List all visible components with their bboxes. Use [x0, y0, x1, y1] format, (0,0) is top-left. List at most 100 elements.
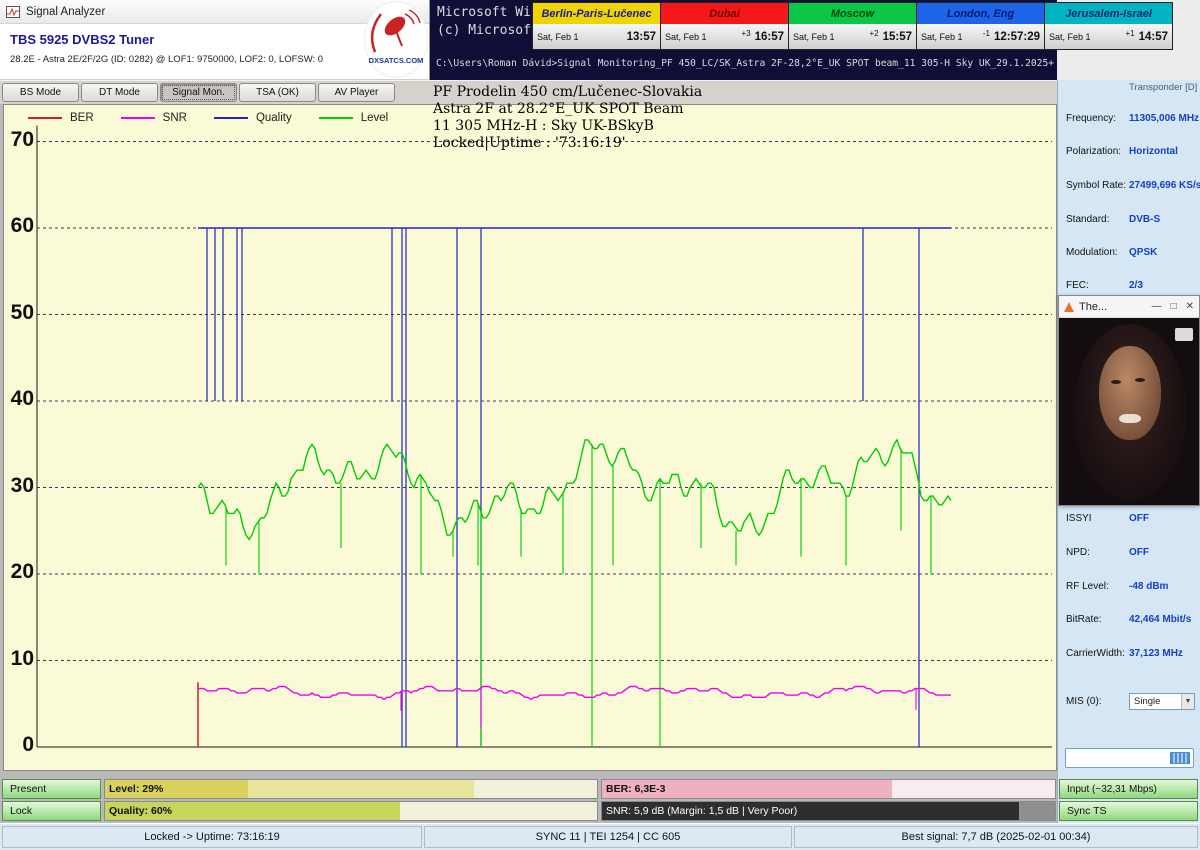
- video-title-bar[interactable]: The... — □ ✕: [1059, 296, 1199, 318]
- clock-time-row: Sat, Feb 1 +2 15:57: [789, 24, 916, 49]
- y-axis-label: 0: [6, 733, 34, 757]
- clock-date: Sat, Feb 1: [793, 32, 835, 42]
- input-label: Input (~32,31 Mbps): [1067, 784, 1157, 795]
- transponder-row-standard: Standard: DVB-S: [1066, 214, 1198, 230]
- minimize-icon[interactable]: —: [1152, 301, 1162, 312]
- level-label: Level: 29%: [109, 783, 163, 795]
- toolbar-button-signal-mon[interactable]: Signal Mon.: [160, 83, 237, 102]
- input-indicator: Input (~32,31 Mbps): [1059, 779, 1198, 799]
- y-axis-label: 30: [6, 474, 34, 498]
- legend-item-quality: Quality: [214, 112, 292, 124]
- toolbar-button-tsa-ok[interactable]: TSA (OK): [239, 83, 316, 102]
- sync-ts-indicator: Sync TS: [1059, 801, 1198, 821]
- legend-swatch: [121, 117, 155, 119]
- clock-utc-offset: +2: [869, 29, 878, 38]
- legend-label: SNR: [163, 112, 187, 124]
- transponder-value: DVB-S: [1129, 214, 1160, 225]
- y-axis-label: 50: [6, 301, 34, 325]
- video-frame[interactable]: [1059, 318, 1199, 505]
- transponder-value: QPSK: [1129, 247, 1157, 258]
- window-title: Signal Analyzer: [26, 6, 105, 18]
- transponder-value: 11305,006 MHz: [1129, 113, 1199, 124]
- chevron-down-icon[interactable]: ▼: [1181, 694, 1194, 709]
- analyzer-window: Signal Analyzer TBS 5925 DVBS2 Tuner 28.…: [0, 0, 430, 80]
- progress-thumb[interactable]: [1170, 752, 1190, 764]
- video-subject-face: [1099, 346, 1161, 440]
- transponder-label: Polarization:: [1066, 146, 1121, 157]
- clock-time: 15:57: [883, 31, 912, 43]
- clock-london-eng: London, EngSat, Feb 1-112:57:29: [916, 2, 1045, 50]
- legend-label: Quality: [256, 112, 292, 124]
- transponder-value: Horizontal: [1129, 146, 1178, 157]
- legend-swatch: [319, 117, 353, 119]
- clock-time-row: Sat, Feb 1-112:57:29: [917, 24, 1044, 49]
- toolbar-button-bs-mode[interactable]: BS Mode: [2, 83, 79, 102]
- video-title: The...: [1079, 301, 1107, 313]
- lock-label: Lock: [10, 805, 32, 817]
- transponder-label: Modulation:: [1066, 247, 1118, 258]
- clock-city-label: London, Eng: [917, 3, 1044, 24]
- video-subject-smile: [1119, 414, 1141, 423]
- transponder-row-bitrate: BitRate:42,464 Mbit/s: [1066, 614, 1198, 630]
- transponder-row-npd: NPD:OFF: [1066, 547, 1198, 563]
- clock-city-label: Moscow: [789, 3, 916, 24]
- app-icon: [6, 6, 20, 18]
- annotation-line: 11 305 MHz-H : Sky UK-BSkyB: [433, 118, 702, 135]
- legend-label: Level: [361, 112, 389, 124]
- clock-city-label: Dubai: [661, 3, 788, 24]
- y-axis-label: 10: [6, 647, 34, 671]
- legend-swatch: [28, 117, 62, 119]
- clock-time: 14:57: [1139, 31, 1168, 43]
- video-player-window: The... — □ ✕: [1058, 295, 1200, 506]
- statusbar-best-signal: Best signal: 7,7 dB (2025-02-01 00:34): [794, 826, 1198, 848]
- video-subject-eye: [1111, 380, 1121, 384]
- transponder-label: Standard:: [1066, 214, 1109, 225]
- quality-bar: Quality: 60%: [104, 801, 598, 821]
- legend-label: BER: [70, 112, 94, 124]
- y-axis-label: 20: [6, 560, 34, 584]
- transponder-value: OFF: [1129, 547, 1149, 558]
- transponder-row-symbol-rate: Symbol Rate:27499,696 KS/s: [1066, 180, 1198, 196]
- y-axis-label: 40: [6, 387, 34, 411]
- clock-time: 16:57: [755, 31, 784, 43]
- clock-city-label: Jerusalem-Israel: [1045, 3, 1172, 24]
- transponder-label: ISSYI: [1066, 513, 1092, 524]
- annotation-line: Locked|Uptime : '73:16:19': [433, 135, 702, 152]
- clock-date: Sat, Feb 1: [1049, 32, 1091, 42]
- transponder-label: CarrierWidth:: [1066, 648, 1125, 659]
- signal-analyzer-app: Signal Analyzer TBS 5925 DVBS2 Tuner 28.…: [0, 0, 1200, 850]
- world-clocks: Berlin-Paris-LučenecSat, Feb 113:57Dubai…: [533, 2, 1173, 50]
- ber-bar: BER: 6,3E-3: [601, 779, 1056, 799]
- close-icon[interactable]: ✕: [1186, 301, 1194, 312]
- satellite-dish-icon: [365, 2, 427, 58]
- panel-progress-box[interactable]: [1065, 748, 1194, 768]
- transponder-row-frequency: Frequency:11305,006 MHz: [1066, 113, 1198, 129]
- clock-time-row: Sat, Feb 1+316:57: [661, 24, 788, 49]
- clock-utc-offset: +3: [741, 29, 750, 38]
- quality-label: Quality: 60%: [109, 805, 172, 817]
- present-indicator: Present: [2, 779, 101, 799]
- maximize-icon[interactable]: □: [1171, 301, 1177, 312]
- channel-logo-badge: [1175, 328, 1193, 341]
- clock-date: Sat, Feb 1: [921, 32, 963, 42]
- video-window-controls: — □ ✕: [1152, 301, 1194, 312]
- annotation-line: Astra 2F at 28.2°E_UK SPOT Beam: [433, 101, 702, 118]
- statusbar-sync-counters: SYNC 11 | TEI 1254 | CC 605: [424, 826, 792, 848]
- mis-select[interactable]: Single▼: [1129, 693, 1195, 710]
- transponder-value: OFF: [1129, 513, 1149, 524]
- clock-berlin-paris-lu-enec: Berlin-Paris-LučenecSat, Feb 113:57: [532, 2, 661, 50]
- tuner-name: TBS 5925 DVBS2 Tuner: [10, 32, 154, 47]
- level-bar: Level: 29%: [104, 779, 598, 799]
- legend-item-ber: BER: [28, 112, 94, 124]
- toolbar-button-av-player[interactable]: AV Player: [318, 83, 395, 102]
- annotation-line: PF Prodelin 450 cm/Lučenec-Slovakia: [433, 84, 702, 101]
- clock-jerusalem-israel: Jerusalem-IsraelSat, Feb 1+114:57: [1044, 2, 1173, 50]
- console-line: Microsoft Wind: [437, 5, 547, 20]
- clock-time-row: Sat, Feb 113:57: [533, 24, 660, 49]
- y-axis-label: 70: [6, 128, 34, 152]
- legend-item-level: Level: [319, 112, 389, 124]
- clock-time: 13:57: [627, 31, 656, 43]
- chart-annotation: PF Prodelin 450 cm/Lučenec-Slovakia Astr…: [433, 84, 702, 152]
- toolbar-button-dt-mode[interactable]: DT Mode: [81, 83, 158, 102]
- ber-label: BER: 6,3E-3: [606, 783, 666, 795]
